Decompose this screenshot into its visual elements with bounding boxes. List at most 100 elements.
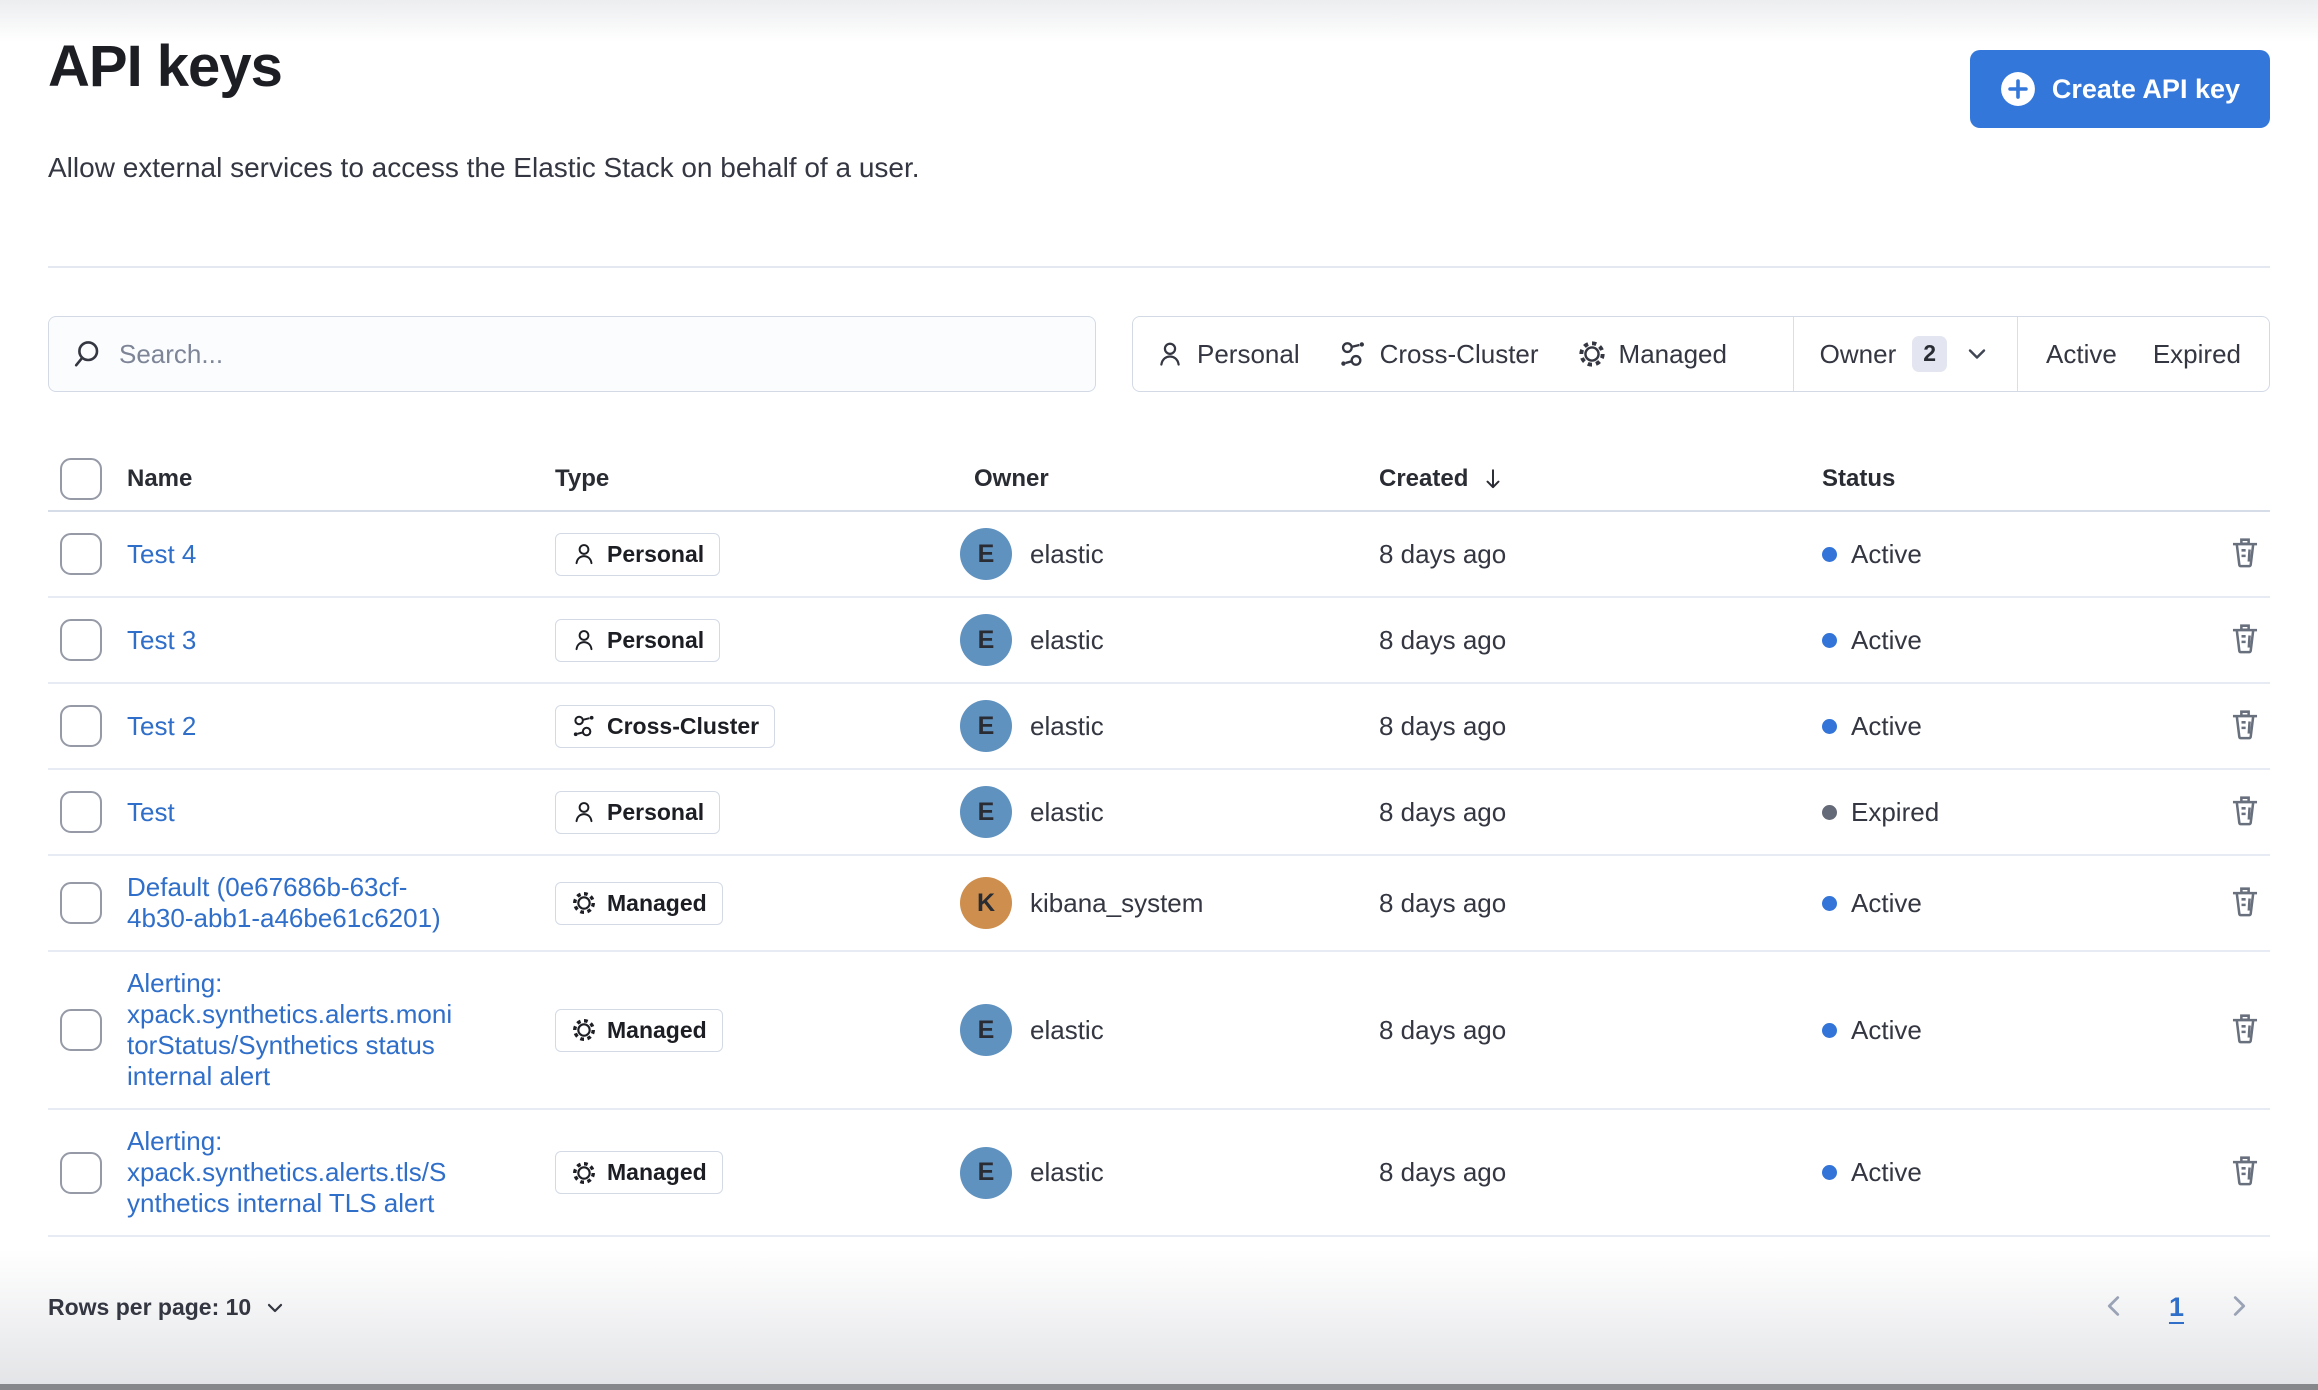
avatar: E [960, 1004, 1012, 1056]
row-checkbox[interactable] [60, 1009, 102, 1051]
delete-api-key-button[interactable] [2222, 702, 2268, 751]
column-header-name[interactable]: Name [127, 465, 192, 493]
delete-api-key-button[interactable] [2222, 788, 2268, 837]
status-dot-active [1822, 1022, 1837, 1038]
search-input[interactable] [119, 338, 1073, 370]
type-badge-managed: Managed [555, 1151, 723, 1194]
row-checkbox[interactable] [60, 1151, 102, 1194]
row-checkbox[interactable] [60, 705, 102, 747]
row-checkbox[interactable] [60, 882, 102, 924]
table-row: Alerting: xpack.synthetics.alerts.tls/Sy… [48, 1110, 2270, 1237]
search-icon [74, 341, 99, 367]
owner-name: kibana_system [1030, 887, 1204, 918]
filter-cross-cluster[interactable]: Cross-Cluster [1338, 339, 1539, 370]
api-key-name-link[interactable]: Test [127, 797, 175, 828]
delete-api-key-button[interactable] [2222, 616, 2268, 665]
gear-icon [573, 892, 595, 914]
window-bottom-edge [0, 1384, 2318, 1390]
status-label: Active [1851, 1014, 1922, 1045]
table-footer: Rows per page: 10 1 [48, 1289, 2270, 1326]
owner-name: elastic [1030, 538, 1104, 569]
created-value: 8 days ago [1379, 1014, 1507, 1045]
gear-icon [573, 1019, 595, 1041]
table-row: Test 4 Personal Eelastic 8 days ago Acti… [48, 512, 2270, 598]
column-header-created[interactable]: Created [1379, 465, 1506, 493]
row-checkbox[interactable] [60, 791, 102, 833]
filter-cross-cluster-label: Cross-Cluster [1379, 338, 1539, 369]
trash-icon [2232, 623, 2258, 653]
gear-icon [573, 1161, 595, 1184]
trash-icon [2232, 709, 2258, 739]
search-box[interactable] [48, 316, 1096, 392]
status-label: Active [1851, 710, 1922, 741]
create-api-key-button[interactable]: Create API key [1969, 50, 2270, 128]
owner-name: elastic [1030, 624, 1104, 655]
table-row: Test 3 Personal Eelastic 8 days ago Acti… [48, 598, 2270, 684]
filter-active-label: Active [2046, 338, 2117, 369]
api-key-name-link[interactable]: Default (0e67686b-63cf-4b30-abb1-a46be61… [127, 872, 459, 934]
filter-personal[interactable]: Personal [1155, 339, 1300, 370]
user-icon [575, 630, 593, 651]
status-dot-active [1822, 895, 1837, 911]
api-key-name-link[interactable]: Test 4 [127, 539, 196, 570]
delete-api-key-button[interactable] [2222, 1006, 2268, 1055]
type-badge-personal: Personal [555, 790, 721, 834]
filter-expired[interactable]: Expired [2153, 339, 2241, 370]
previous-page-button[interactable] [2097, 1289, 2131, 1326]
table-header: Name Type Owner Created Status [48, 448, 2270, 512]
chevron-left-icon [2107, 1296, 2120, 1316]
chevron-down-icon [268, 1303, 283, 1312]
pagination: 1 [2097, 1289, 2256, 1326]
owner-filter-count-badge: 2 [1912, 336, 1948, 372]
api-key-name-link[interactable]: Test 3 [127, 625, 196, 656]
user-icon [575, 802, 593, 823]
column-header-status[interactable]: Status [1822, 465, 1895, 493]
trash-icon [2232, 1156, 2258, 1186]
page-number-1[interactable]: 1 [2169, 1292, 2184, 1323]
api-keys-page: API keys Create API key Allow external s… [0, 0, 2318, 1326]
column-header-owner[interactable]: Owner [974, 465, 1049, 493]
delete-api-key-button[interactable] [2222, 879, 2268, 928]
trash-icon [2232, 886, 2258, 916]
row-checkbox[interactable] [60, 619, 102, 661]
delete-api-key-button[interactable] [2222, 1148, 2268, 1197]
created-value: 8 days ago [1379, 1157, 1507, 1187]
api-key-name-link[interactable]: Alerting: xpack.synthetics.alerts.tls/Sy… [127, 1126, 459, 1219]
owner-filter-dropdown[interactable]: Owner 2 [1792, 317, 2019, 391]
table-row: Default (0e67686b-63cf-4b30-abb1-a46be61… [48, 856, 2270, 952]
rows-per-page-selector[interactable]: Rows per page: 10 [48, 1294, 287, 1321]
trash-icon [2232, 537, 2258, 567]
cluster-icon [573, 715, 594, 737]
filter-active[interactable]: Active [2046, 339, 2117, 370]
status-label: Active [1851, 887, 1922, 918]
status-dot-active [1822, 632, 1837, 648]
owner-name: elastic [1030, 710, 1104, 741]
plus-in-circle-icon [2000, 72, 2035, 106]
owner-name: elastic [1030, 1014, 1104, 1045]
status-dot-active [1822, 546, 1837, 562]
table-row: Alerting: xpack.synthetics.alerts.monito… [48, 952, 2270, 1110]
row-checkbox[interactable] [60, 533, 102, 575]
page-title: API keys [48, 34, 283, 99]
status-label: Active [1851, 624, 1922, 655]
type-badge-personal: Personal [555, 618, 721, 662]
filter-expired-label: Expired [2152, 338, 2241, 369]
created-value: 8 days ago [1379, 538, 1507, 569]
delete-api-key-button[interactable] [2222, 530, 2268, 579]
filter-managed[interactable]: Managed [1577, 339, 1727, 370]
next-page-button[interactable] [2222, 1289, 2256, 1326]
select-all-checkbox[interactable] [60, 458, 102, 500]
created-value: 8 days ago [1379, 624, 1507, 655]
status-dot-active [1822, 1165, 1837, 1180]
user-icon [575, 544, 593, 565]
filter-personal-label: Personal [1197, 338, 1300, 369]
status-label: Expired [1851, 796, 1940, 827]
avatar: E [960, 700, 1012, 752]
column-header-type[interactable]: Type [555, 465, 609, 493]
owner-filter-label: Owner [1819, 338, 1897, 369]
api-key-name-link[interactable]: Alerting: xpack.synthetics.alerts.monito… [127, 968, 459, 1092]
api-key-name-link[interactable]: Test 2 [127, 711, 196, 742]
avatar: E [960, 528, 1012, 580]
search-and-filters: Personal Cross-Cluster Managed Owner 2 A… [48, 316, 2270, 392]
chevron-right-icon [2233, 1296, 2246, 1316]
